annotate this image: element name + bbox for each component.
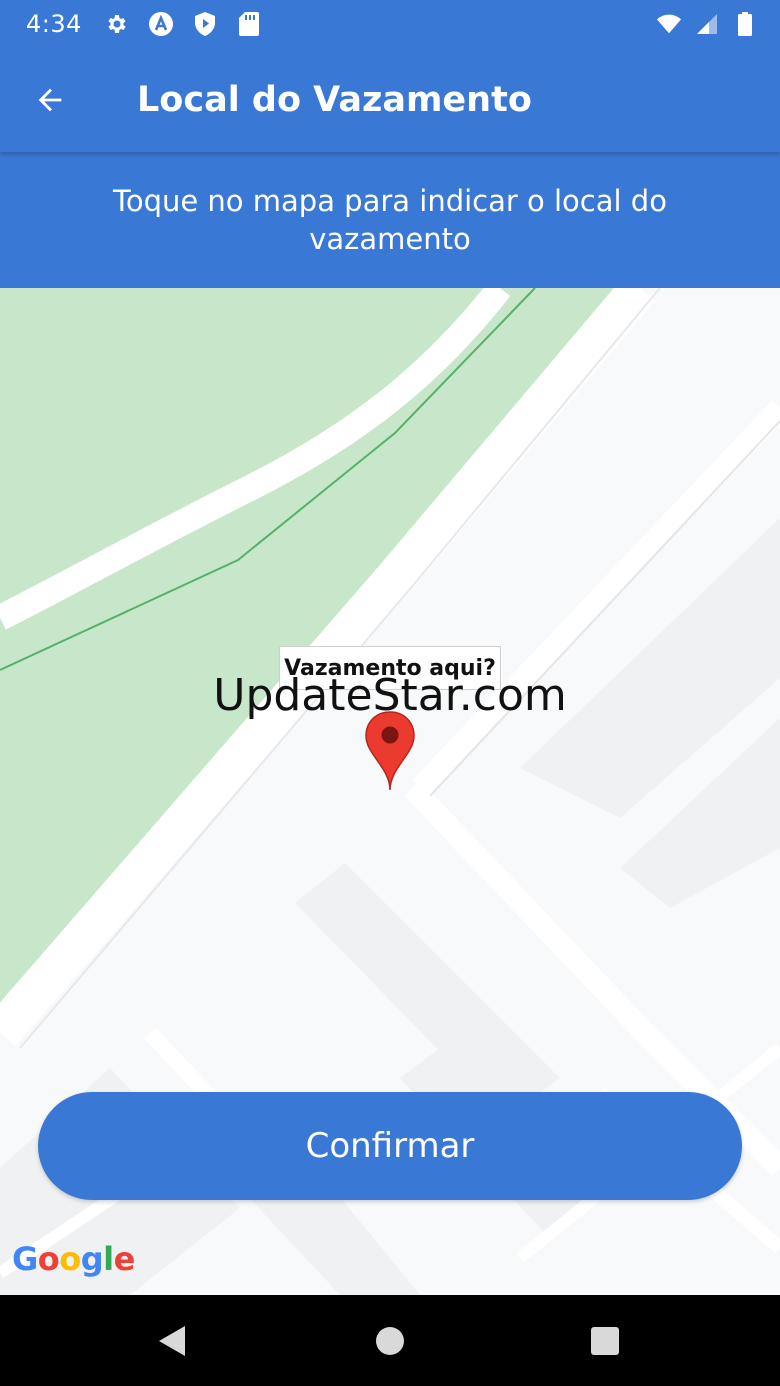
- shield-play-icon: [192, 11, 218, 37]
- recents-square-icon: [591, 1327, 619, 1355]
- map-view[interactable]: Vazamento aqui? UpdateStar.com Confirmar…: [0, 288, 780, 1295]
- instruction-text: Toque no mapa para indicar o local do va…: [113, 184, 667, 256]
- status-time: 4:34: [26, 10, 82, 38]
- google-logo-letter: o: [59, 1240, 81, 1278]
- home-circle-icon: [376, 1327, 404, 1355]
- nav-home-button[interactable]: [366, 1317, 414, 1365]
- watermark-text: UpdateStar.com: [213, 670, 567, 721]
- cell-signal-icon: [694, 11, 720, 37]
- confirm-button[interactable]: Confirmar: [38, 1092, 742, 1200]
- back-triangle-icon: [159, 1326, 185, 1356]
- google-logo-letter: g: [80, 1240, 104, 1278]
- sd-card-icon: [236, 11, 262, 37]
- page-title: Local do Vazamento: [137, 80, 532, 120]
- nav-recents-button[interactable]: [581, 1317, 629, 1365]
- battery-icon: [732, 11, 758, 37]
- nav-back-button[interactable]: [148, 1317, 196, 1365]
- google-attribution-logo: Google: [12, 1240, 135, 1278]
- arrow-left-icon: [38, 88, 62, 112]
- google-logo-letter: o: [37, 1240, 60, 1278]
- google-logo-letter: e: [113, 1240, 136, 1278]
- status-left: 4:34: [26, 0, 262, 48]
- gear-icon: [104, 11, 130, 37]
- system-nav-bar: [0, 1295, 780, 1386]
- google-logo-letter: G: [12, 1240, 38, 1278]
- google-logo-letter: l: [103, 1240, 114, 1278]
- status-bar: 4:34: [0, 0, 780, 48]
- status-right: [656, 0, 758, 48]
- screen: 4:34 Local do Vazamento Toque no mapa pa…: [0, 0, 780, 1386]
- app-bar: Local do Vazamento: [0, 48, 780, 152]
- instruction-banner: Toque no mapa para indicar o local do va…: [0, 152, 780, 288]
- back-button[interactable]: [22, 72, 78, 128]
- wifi-icon: [656, 11, 682, 37]
- app-a-icon: [148, 11, 174, 37]
- map-pin-icon[interactable]: [364, 710, 416, 792]
